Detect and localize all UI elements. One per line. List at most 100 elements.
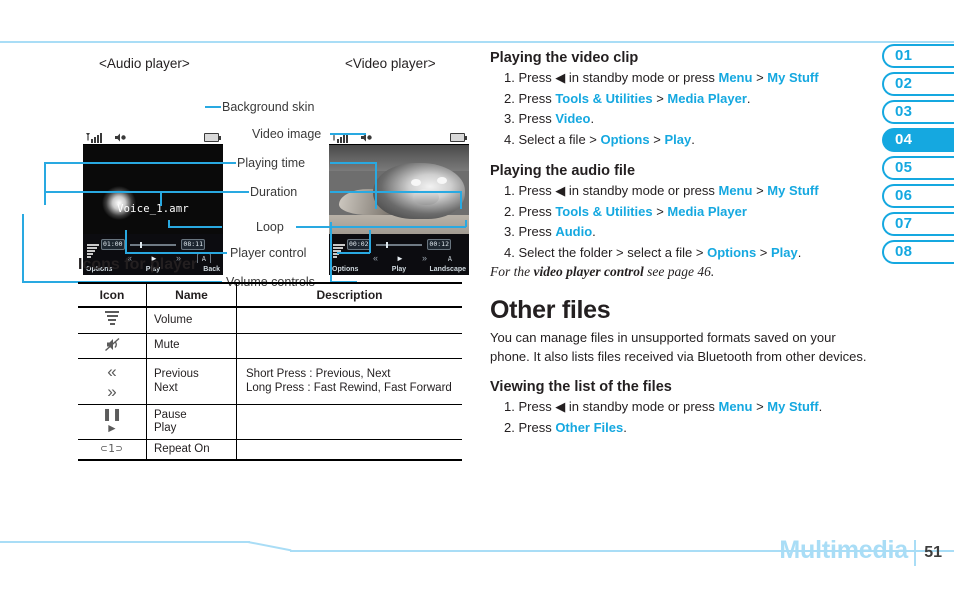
- menu-keyword[interactable]: Media Player: [667, 91, 747, 106]
- cell-description: [236, 404, 462, 440]
- leader-line: [168, 226, 222, 228]
- menu-keyword[interactable]: Menu: [719, 399, 753, 414]
- chapter-tab-label: 08: [895, 243, 913, 261]
- softkey-left[interactable]: Options: [329, 266, 377, 273]
- step-text: Press: [518, 111, 556, 126]
- row-name: Next: [154, 381, 178, 394]
- chapter-tab-02[interactable]: 02: [882, 72, 954, 96]
- menu-keyword[interactable]: My Stuff: [767, 399, 818, 414]
- cell-description: Short Press : Previous, Next Long Press …: [236, 358, 462, 406]
- menu-keyword[interactable]: Menu: [719, 183, 753, 198]
- chapter-tab-08[interactable]: 08: [882, 240, 954, 264]
- leader-line: [160, 191, 162, 206]
- menu-keyword[interactable]: Audio: [555, 224, 592, 239]
- footer-rule-left: [0, 541, 250, 543]
- step-text: >: [752, 70, 768, 85]
- chapter-tab-label: 02: [895, 75, 913, 93]
- leader-line: [44, 191, 249, 193]
- step-item: 1. Press ◀ in standby mode or press Menu…: [504, 181, 872, 202]
- volume-bars-icon: [105, 311, 119, 327]
- steps-playing-video-clip: 1. Press ◀ in standby mode or press Menu…: [490, 68, 872, 150]
- callout-player-control: Player control: [230, 246, 307, 260]
- chapter-tab-07[interactable]: 07: [882, 212, 954, 236]
- video-player-caption: <Video player>: [345, 56, 436, 71]
- step-number: 2.: [504, 419, 519, 435]
- signal-icon: [86, 133, 102, 143]
- leader-line: [296, 226, 466, 228]
- previous-icon[interactable]: «: [373, 253, 378, 263]
- cell-name: Repeat On: [146, 439, 237, 461]
- table-row: Mute: [78, 333, 462, 359]
- desc-line: Short Press : Previous, Next: [246, 368, 391, 381]
- audio-playing-time: 01:00: [101, 239, 125, 250]
- battery-icon: [450, 133, 467, 142]
- chapter-tab-06[interactable]: 06: [882, 184, 954, 208]
- step-text: Press: [518, 203, 556, 219]
- softkey-center[interactable]: Play: [377, 266, 422, 273]
- next-icon: »: [107, 381, 117, 401]
- softkey-right[interactable]: Landscape: [421, 266, 469, 273]
- leader-line: [465, 220, 467, 227]
- menu-keyword[interactable]: Video: [555, 111, 590, 126]
- video-progress-bar[interactable]: [376, 242, 422, 248]
- leader-line: [125, 230, 127, 253]
- top-rule: [0, 41, 954, 43]
- table-row: ⊂1⊃ Repeat On: [78, 439, 462, 461]
- steps-playing-audio-file: 1. Press ◀ in standby mode or press Menu…: [490, 181, 872, 263]
- step-item: 1. Press ◀ in standby mode or press Menu…: [504, 68, 872, 89]
- callout-loop: Loop: [256, 220, 284, 234]
- step-item: 2. Press Tools & Utilities > Media Playe…: [504, 202, 872, 223]
- leader-line: [44, 162, 46, 205]
- cell-name: Pause Play: [146, 404, 237, 440]
- chapter-tab-04[interactable]: 04: [882, 128, 954, 152]
- row-name: Mute: [154, 339, 180, 352]
- menu-keyword[interactable]: My Stuff: [767, 70, 818, 85]
- step-number: 1.: [504, 399, 519, 414]
- heading-viewing-list: Viewing the list of the files: [490, 379, 672, 395]
- menu-keyword[interactable]: My Stuff: [767, 183, 818, 198]
- manual-page: 01 02 03 04 05 06 07 08 <Audio player> <Video p…: [0, 0, 954, 593]
- menu-keyword[interactable]: Tools & Utilities: [555, 91, 652, 106]
- cell-name: Mute: [146, 333, 237, 359]
- row-name: Repeat On: [154, 442, 210, 455]
- audio-progress-bar[interactable]: [130, 242, 176, 248]
- cell-name: Volume: [146, 307, 237, 334]
- callout-background-skin: Background skin: [222, 100, 315, 114]
- leader-line: [44, 162, 236, 164]
- step-item: 4. Select a file > Options > Play.: [504, 130, 872, 151]
- col-name: Name: [146, 282, 237, 308]
- chapter-tab-01[interactable]: 01: [882, 44, 954, 68]
- step-text: .: [746, 90, 751, 106]
- play-icon: ►: [106, 420, 118, 435]
- menu-keyword[interactable]: Media Player: [667, 204, 747, 219]
- step-item: 1. Press ◀ in standby mode or press Menu…: [504, 397, 872, 418]
- step-text: >: [652, 203, 668, 219]
- menu-keyword[interactable]: Options: [601, 132, 650, 147]
- previous-icon: «: [107, 362, 117, 381]
- callout-duration: Duration: [250, 185, 298, 199]
- other-files-body: You can manage files in unsupported form…: [490, 330, 867, 364]
- mute-icon: [104, 337, 119, 352]
- menu-keyword[interactable]: Play: [771, 245, 798, 260]
- menu-keyword[interactable]: Other Files: [555, 420, 623, 435]
- menu-keyword[interactable]: Options: [707, 245, 756, 260]
- leader-line: [168, 220, 170, 227]
- video-control-zone: 00:02 00:12 « ► » A Options Play Landsca…: [329, 234, 469, 275]
- cell-icon: « »: [78, 358, 147, 406]
- chapter-tab-03[interactable]: 03: [882, 100, 954, 124]
- chapter-tab-05[interactable]: 05: [882, 156, 954, 180]
- callout-video-image: Video image: [252, 127, 322, 141]
- menu-keyword[interactable]: Tools & Utilities: [555, 204, 652, 219]
- step-text: Press: [518, 419, 556, 435]
- play-icon[interactable]: ►: [396, 254, 404, 263]
- chapter-tab-label: 05: [895, 159, 913, 177]
- next-icon[interactable]: »: [422, 253, 427, 263]
- step-text: Press: [518, 90, 556, 106]
- menu-keyword[interactable]: Play: [664, 132, 691, 147]
- cell-description: [236, 307, 462, 334]
- menu-keyword[interactable]: Menu: [719, 70, 753, 85]
- step-text: .: [590, 111, 595, 126]
- leader-line: [330, 162, 376, 164]
- step-text: >: [756, 244, 772, 260]
- step-item: 3. Press Video.: [504, 109, 872, 130]
